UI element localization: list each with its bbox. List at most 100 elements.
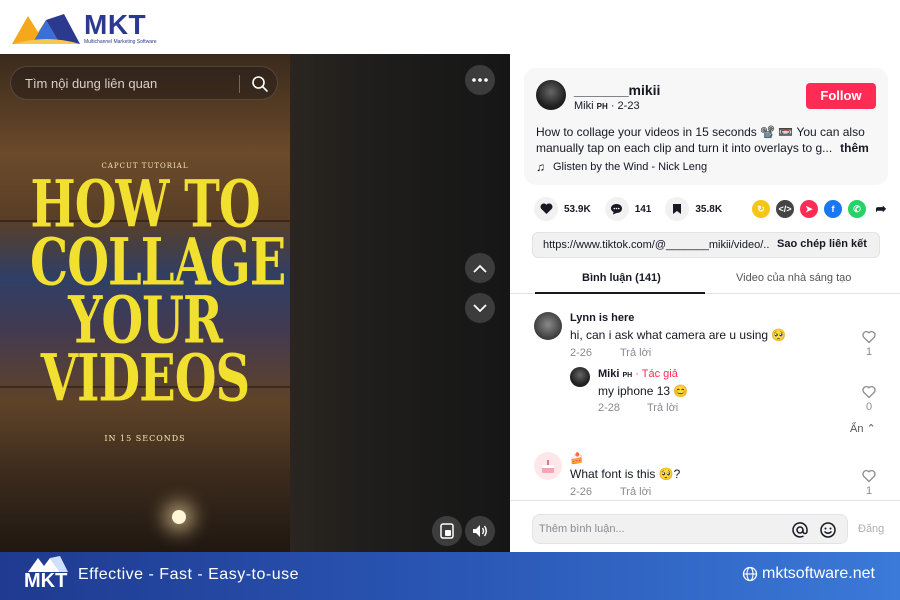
music-title[interactable]: Glisten by the Wind - Nick Leng: [553, 161, 707, 173]
caption-text: How to collage your videos in 15 seconds…: [536, 125, 865, 155]
follow-button[interactable]: Follow: [806, 83, 876, 109]
music-note-icon: ♫: [536, 160, 545, 174]
panel-tabs: Bình luận (141) Video của nhà sáng tạo: [510, 268, 900, 294]
copy-link-button[interactable]: Sao chép liên kết: [777, 238, 867, 250]
previous-video-button[interactable]: [465, 253, 495, 283]
video-frame[interactable]: CAPCUT TUTORIAL HOW TO COLLAGE YOUR VIDE…: [0, 54, 290, 552]
search-icon[interactable]: [251, 75, 269, 93]
comment-count: 141: [634, 203, 652, 215]
comment-icon[interactable]: [604, 197, 629, 221]
related-search-input[interactable]: [25, 67, 235, 99]
share-arrow-icon[interactable]: ➦: [872, 200, 890, 218]
details-panel: _______mikii Miki PH · 2-23 Follow How t…: [510, 54, 900, 552]
search-divider: [239, 75, 240, 93]
like-action[interactable]: 53.9K: [534, 197, 591, 221]
save-count: 35.8K: [695, 203, 723, 215]
caption-more-link[interactable]: thêm: [840, 141, 869, 155]
active-tab-indicator: [535, 292, 705, 294]
more-dots-icon: [472, 78, 488, 82]
reply-date: 2-28: [598, 402, 621, 414]
globe-icon: [742, 566, 758, 582]
video-link[interactable]: https://www.tiktok.com/@_______mikii/vid…: [543, 239, 769, 251]
heart-icon[interactable]: [534, 197, 558, 221]
comment-like-count: 1: [865, 485, 873, 497]
reply-reply-button[interactable]: Trả lời: [647, 402, 678, 414]
whatsapp-icon[interactable]: ✆: [848, 200, 866, 218]
footer-banner: MKT Effective - Fast - Easy-to-use mktso…: [0, 552, 900, 600]
hide-replies-button[interactable]: Ẩn ⌃: [850, 422, 876, 435]
floating-player-button[interactable]: [432, 516, 462, 546]
volume-button[interactable]: [465, 516, 495, 546]
post-date: 2-23: [617, 100, 640, 112]
commenter-avatar[interactable]: [534, 312, 562, 340]
tab-creator-videos[interactable]: Video của nhà sáng tạo: [736, 272, 851, 284]
volume-icon: [473, 525, 487, 537]
comment-date: 2-26: [570, 486, 593, 498]
post-info-card: _______mikii Miki PH · 2-23 Follow How t…: [524, 68, 888, 185]
emoji-icon[interactable]: [819, 521, 837, 539]
author-tag: · Tác giả: [635, 368, 678, 380]
comment-like-icon[interactable]: [862, 330, 876, 344]
save-action[interactable]: 35.8K: [665, 197, 722, 221]
meta-separator: ·: [610, 100, 618, 112]
reply-button[interactable]: Trả lời: [620, 486, 651, 498]
video-overlay-title: CAPCUT TUTORIAL HOW TO COLLAGE YOUR VIDE…: [30, 162, 286, 443]
logo-name: MKT: [84, 8, 147, 40]
footer-logo-name: MKT: [24, 570, 68, 592]
author-meta: Miki PH · 2-23: [574, 100, 640, 112]
comment-action[interactable]: 141: [604, 197, 652, 221]
title-line-4: VIDEOS: [40, 341, 250, 417]
engagement-actions: 53.9K 141 35.8K: [534, 197, 736, 221]
reply-button[interactable]: Trả lời: [620, 347, 651, 359]
facebook-icon[interactable]: f: [824, 200, 842, 218]
floating-player-icon: [440, 523, 454, 539]
mkt-logo-icon: [12, 14, 80, 44]
commenter-name[interactable]: Lynn is here: [570, 312, 634, 324]
comment-like-count: 1: [865, 346, 873, 358]
logo-tagline: Multichannel Marketing Software: [84, 38, 157, 45]
music-info[interactable]: ♫ Glisten by the Wind - Nick Leng: [536, 160, 707, 174]
reply-like-icon[interactable]: [862, 385, 876, 399]
share-buttons: ↻ </> ➤ f ✆ ➦: [752, 200, 896, 218]
author-badge: PH: [596, 102, 608, 111]
tab-comments[interactable]: Bình luận (141): [582, 272, 661, 284]
footer-tagline: Effective - Fast - Easy-to-use: [78, 566, 299, 583]
comment-like-icon[interactable]: [862, 469, 876, 483]
chevron-down-icon: [473, 303, 487, 312]
overlay-sub-text: IN 15 SECONDS: [104, 434, 186, 443]
more-options-button[interactable]: [465, 65, 495, 95]
reply-username[interactable]: Miki: [598, 368, 619, 380]
comment-input-box[interactable]: [532, 514, 848, 544]
reply-text: my iphone 13 😊: [598, 384, 689, 398]
footer-logo: MKT: [24, 556, 72, 596]
mention-icon[interactable]: [791, 521, 809, 539]
reply-avatar[interactable]: [570, 367, 590, 387]
reply-like-count: 0: [865, 401, 873, 413]
commenter-name[interactable]: 🍰: [570, 452, 584, 465]
reply-badge: PH: [622, 372, 633, 379]
footer-website-text[interactable]: mktsoftware.net: [762, 565, 875, 583]
related-search-box[interactable]: [10, 66, 278, 100]
comment-text: What font is this 🥺?: [570, 467, 681, 481]
like-count: 53.9K: [564, 203, 591, 215]
author-avatar[interactable]: [536, 80, 566, 110]
comment-date: 2-26: [570, 347, 593, 359]
author-username[interactable]: _______mikii: [574, 82, 660, 98]
embed-icon[interactable]: </>: [776, 200, 794, 218]
send-icon[interactable]: ➤: [800, 200, 818, 218]
author-display-name[interactable]: Miki: [574, 100, 594, 112]
commenter-avatar[interactable]: [534, 452, 562, 480]
chevron-up-icon: [473, 264, 487, 273]
reply-user: Miki PH · Tác giả: [598, 368, 678, 380]
brand-header: MKT Multichannel Marketing Software: [0, 0, 900, 54]
comment-input[interactable]: [539, 515, 779, 543]
post-comment-button[interactable]: Đăng: [858, 523, 884, 535]
bookmark-icon[interactable]: [665, 197, 690, 221]
next-video-button[interactable]: [465, 293, 495, 323]
footer-website[interactable]: mktsoftware.net: [742, 565, 875, 583]
repost-icon[interactable]: ↻: [752, 200, 770, 218]
comment-text: hi, can i ask what camera are u using 🥺: [570, 328, 787, 342]
video-player[interactable]: CAPCUT TUTORIAL HOW TO COLLAGE YOUR VIDE…: [0, 54, 510, 552]
mkt-logo: MKT Multichannel Marketing Software: [10, 10, 157, 46]
cake-avatar-icon: [542, 460, 554, 473]
